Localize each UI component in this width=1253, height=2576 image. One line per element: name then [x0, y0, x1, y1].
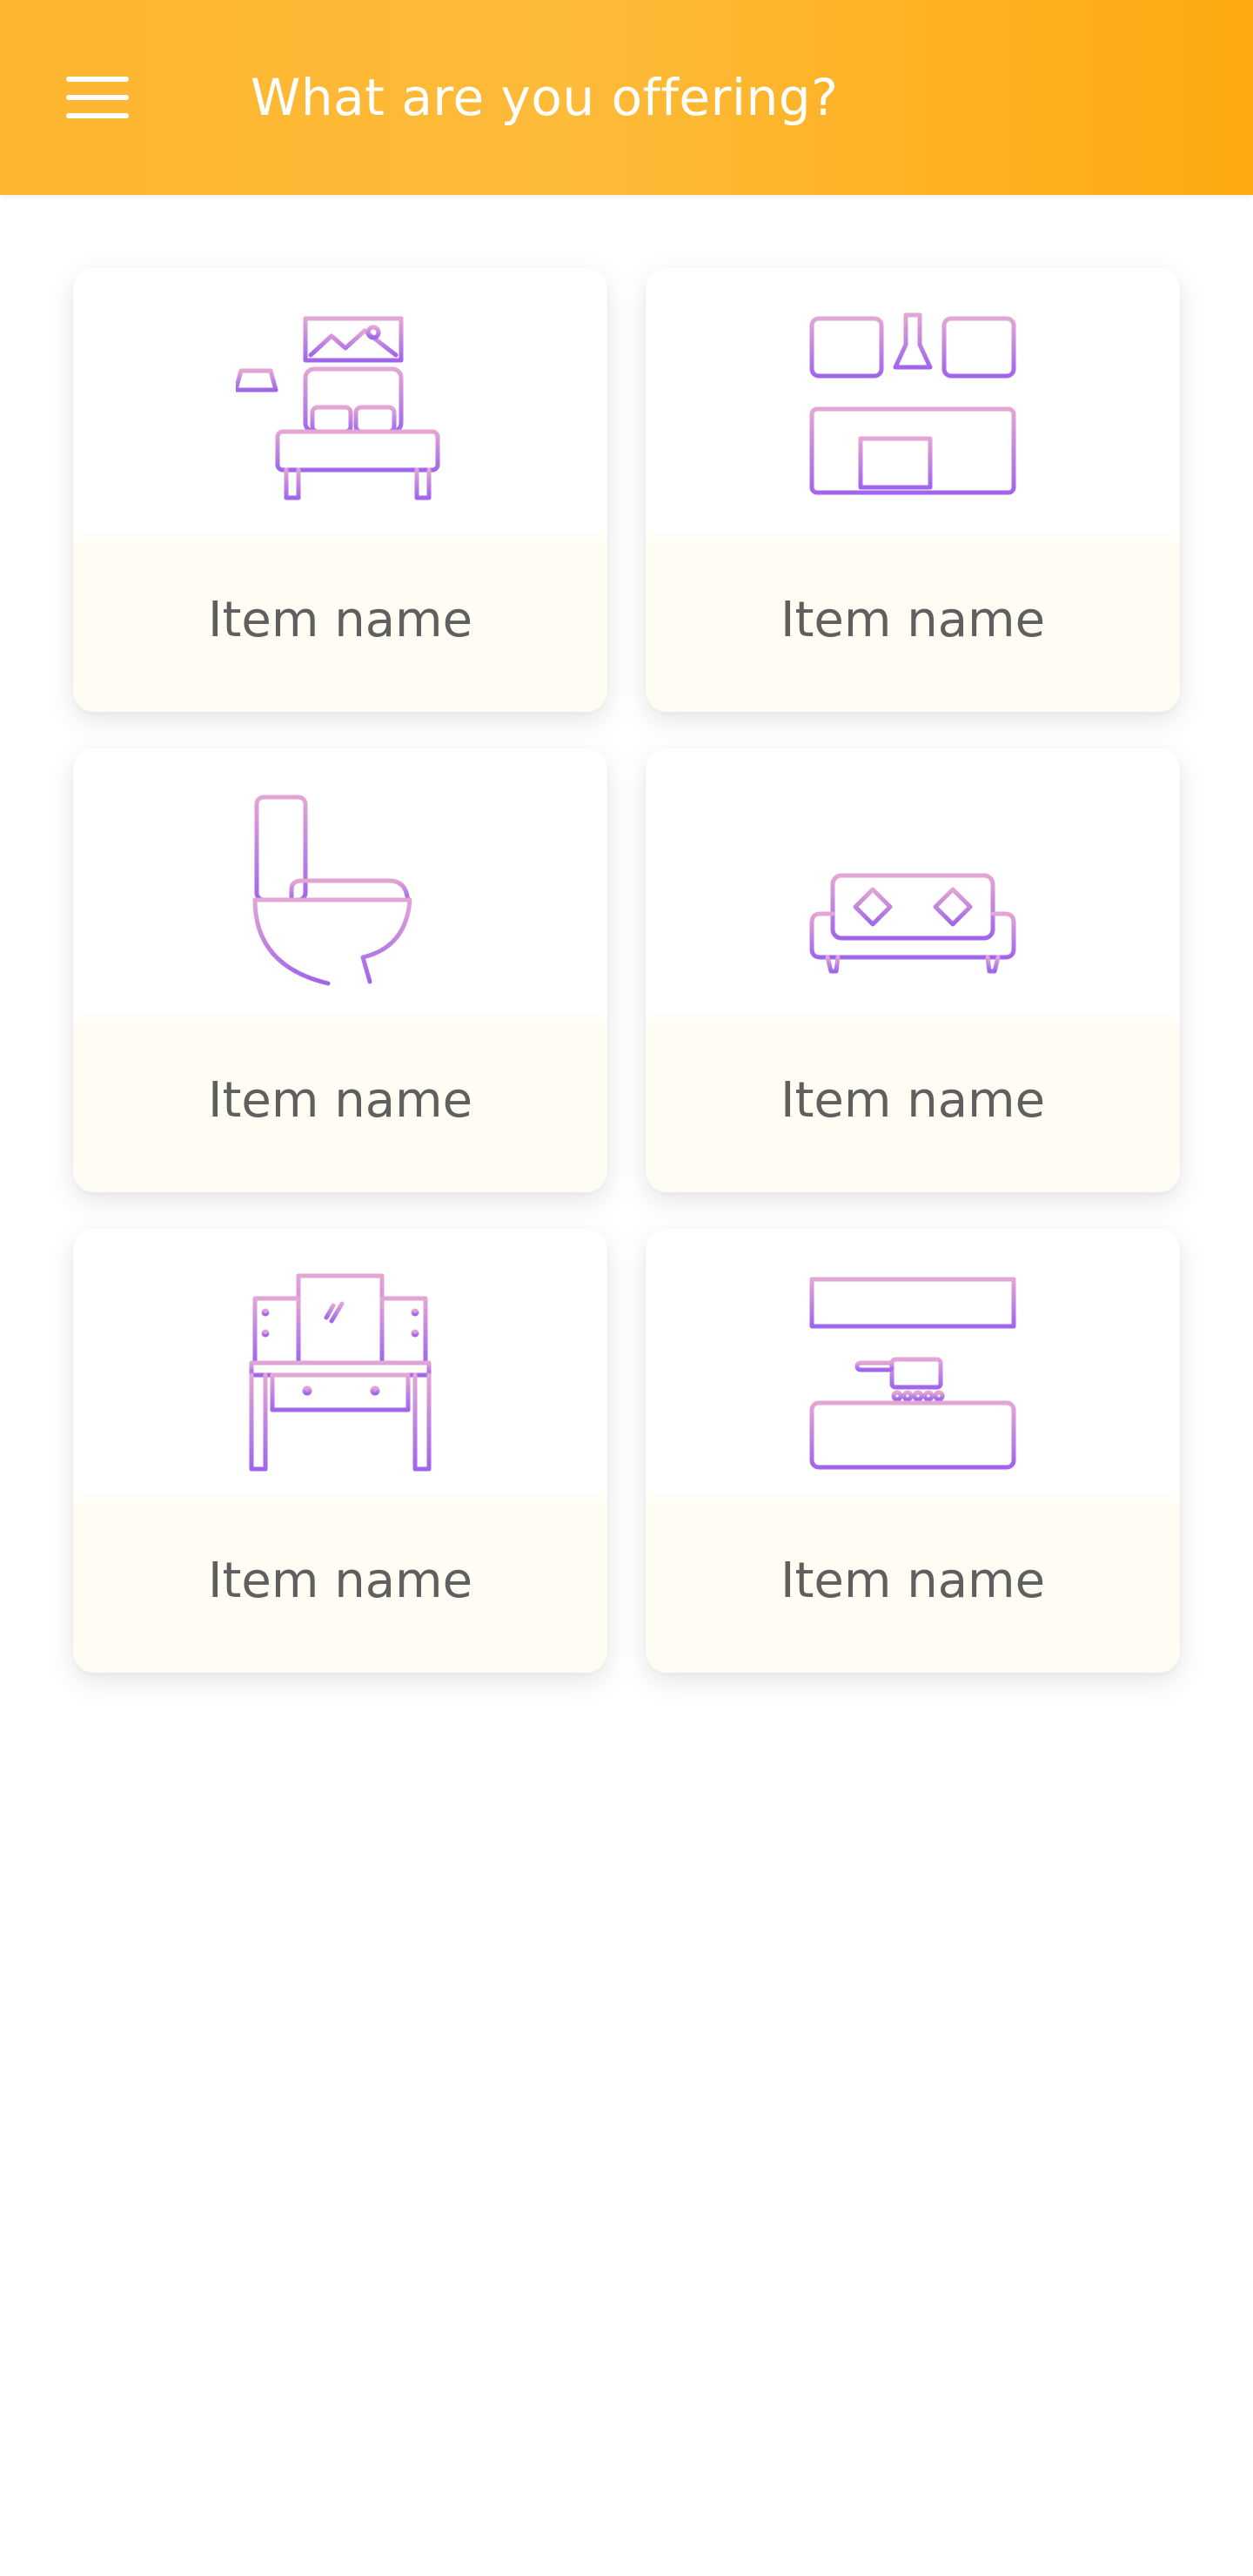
category-label: Item name [780, 1553, 1046, 1609]
category-card-dressing-table[interactable]: Item name [73, 1229, 607, 1673]
dressing-table-icon [249, 1273, 432, 1472]
category-card-living-room[interactable]: Item name [646, 748, 1180, 1192]
menu-line [66, 113, 129, 118]
toilet-icon [252, 795, 425, 986]
menu-line [66, 95, 129, 100]
category-label: Item name [780, 1072, 1046, 1129]
app-bar: What are you offering? [0, 0, 1253, 195]
bedroom-icon [236, 316, 440, 506]
category-card-bedroom[interactable]: Item name [73, 268, 607, 712]
category-card-bathroom[interactable]: Item name [73, 748, 607, 1192]
hamburger-menu-icon[interactable] [50, 63, 144, 132]
category-card-cooking[interactable]: Item name [646, 1229, 1180, 1673]
kitchen-cabinet-icon [809, 312, 1016, 495]
category-label: Item name [207, 1072, 473, 1129]
category-card-kitchen[interactable]: Item name [646, 268, 1180, 712]
kitchen-stove-icon [809, 1277, 1016, 1470]
category-label: Item name [207, 592, 473, 648]
category-label: Item name [780, 592, 1046, 648]
sofa-icon [809, 873, 1016, 974]
category-label: Item name [207, 1553, 473, 1609]
menu-line [66, 77, 129, 82]
page-title: What are you offering? [251, 68, 839, 127]
